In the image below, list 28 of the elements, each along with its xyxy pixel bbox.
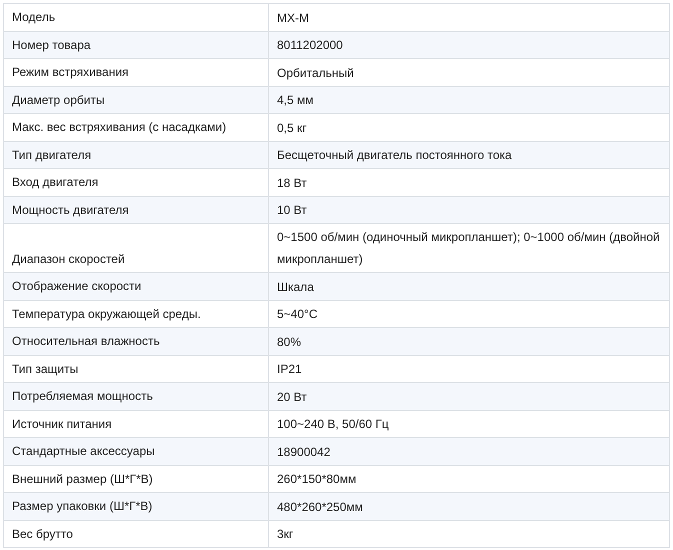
spec-label: Макс. вес встряхивания (с насадками) xyxy=(4,114,268,141)
spec-value: 80% xyxy=(268,328,670,355)
spec-label: Вес брутто xyxy=(4,520,268,548)
spec-value: 8011202000 xyxy=(268,31,670,58)
spec-label: Относительная влажность xyxy=(4,328,268,355)
spec-label: Модель xyxy=(4,4,268,31)
spec-value: 3кг xyxy=(268,520,670,548)
spec-value: 0,5 кг xyxy=(268,114,670,141)
spec-value: MX-M xyxy=(268,4,670,31)
spec-value: 10 Вт xyxy=(268,196,670,224)
spec-value: Шкала xyxy=(268,272,670,300)
spec-value: 480*260*250мм xyxy=(268,492,670,520)
spec-label: Режим встряхивания xyxy=(4,58,268,86)
spec-value: Орбитальный xyxy=(268,58,670,86)
spec-label: Диаметр орбиты xyxy=(4,86,268,114)
spec-label: Вход двигателя xyxy=(4,168,268,196)
spec-value: 4,5 мм xyxy=(268,86,670,114)
spec-value: 18 Вт xyxy=(268,168,670,196)
spec-label: Отображение скорости xyxy=(4,272,268,300)
spec-value: Бесщеточный двигатель постоянного тока xyxy=(268,141,670,168)
spec-value: 20 Вт xyxy=(268,382,670,410)
spec-label: Тип двигателя xyxy=(4,141,268,168)
spec-label: Номер товара xyxy=(4,31,268,58)
spec-label: Размер упаковки (Ш*Г*В) xyxy=(4,492,268,520)
spec-label: Потребляемая мощность xyxy=(4,382,268,410)
spec-value: 18900042 xyxy=(268,438,670,465)
spec-label: Стандартные аксессуары xyxy=(4,438,268,465)
spec-label: Мощность двигателя xyxy=(4,196,268,224)
